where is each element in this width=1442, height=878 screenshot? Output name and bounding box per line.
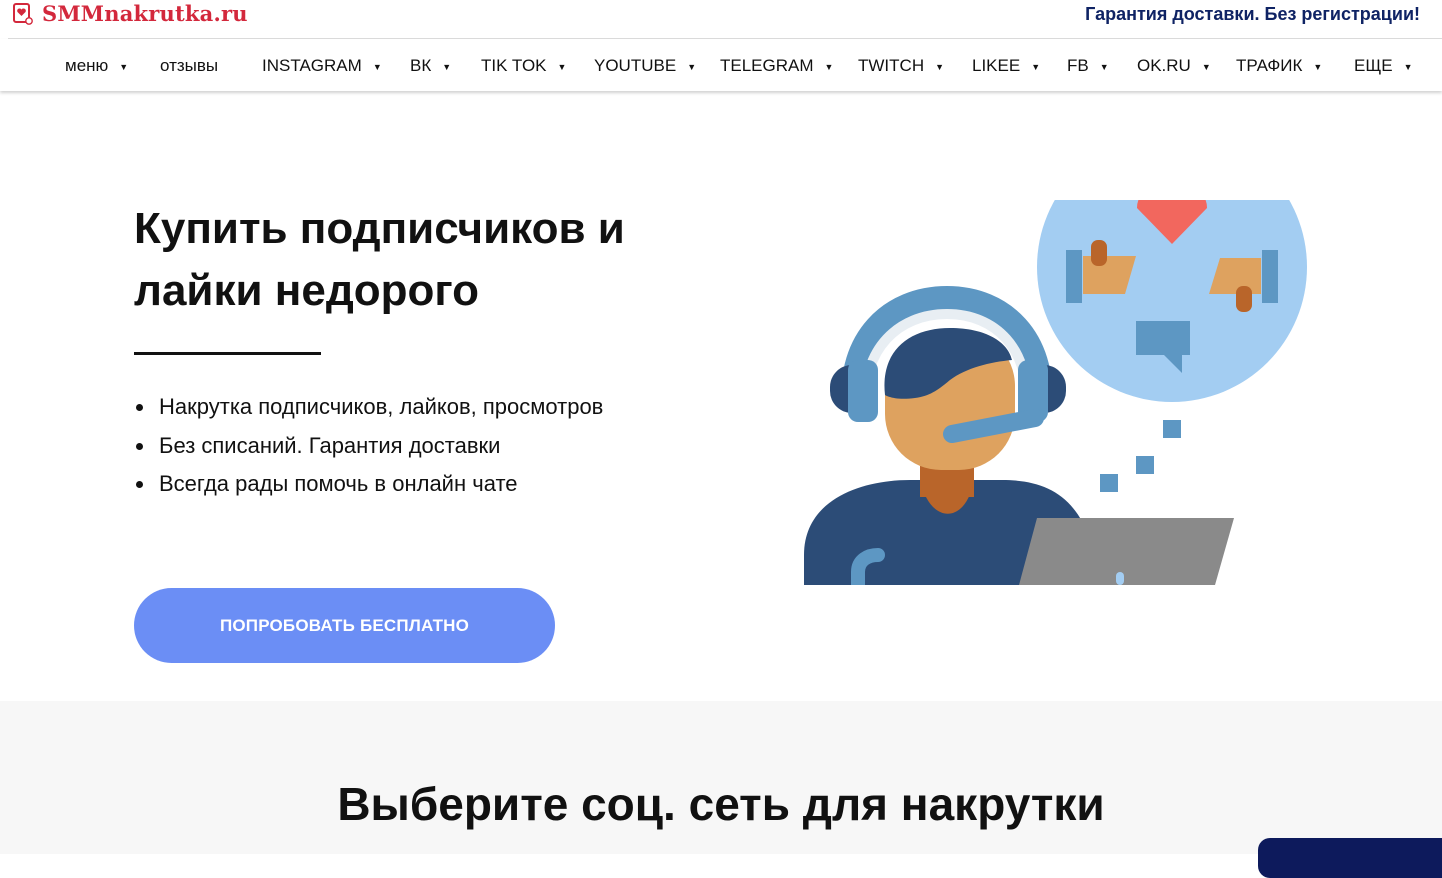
nav-item-instagram[interactable]: INSTAGRAM ▼	[262, 56, 382, 76]
dropdown-caret-icon: ▼	[1403, 62, 1413, 72]
online-chat-widget[interactable]	[1258, 838, 1442, 878]
dropdown-caret-icon: ▼	[1099, 62, 1109, 72]
nav-item-label: ЕЩЕ	[1354, 56, 1393, 75]
nav-item-twitch[interactable]: TWITCH ▼	[858, 56, 944, 76]
trail-dot	[1163, 420, 1181, 438]
hero-feature-list: Накрутка подписчиков, лайков, просмотров…	[134, 388, 603, 504]
nav-item-label: отзывы	[160, 56, 219, 75]
dropdown-caret-icon: ▼	[119, 62, 129, 72]
dropdown-caret-icon: ▼	[824, 62, 834, 72]
nav-item-label: YOUTUBE	[594, 56, 677, 75]
nav-item-label: FB	[1067, 56, 1089, 75]
site-logo[interactable]: SMMnakrutka.ru	[12, 0, 248, 28]
trail-dot	[1100, 474, 1118, 492]
logo-heart-card-icon	[13, 3, 33, 25]
nav-item-label: ВК	[410, 56, 432, 75]
header-tagline: Гарантия доставки. Без регистрации!	[1085, 4, 1420, 24]
nav-item-likee[interactable]: LIKEE ▼	[972, 56, 1040, 76]
logo-text: SMMnakrutka.ru	[42, 0, 248, 26]
try-free-button[interactable]: ПОПРОБОВАТЬ БЕСПЛАТНО	[134, 588, 555, 663]
dropdown-caret-icon: ▼	[687, 62, 697, 72]
hero-title-underline	[134, 352, 321, 355]
nav-item-label: меню	[65, 56, 109, 75]
hero-title-line-2: лайки недорого	[134, 266, 479, 315]
main-nav: меню ▼ отзывы INSTAGRAM ▼ ВК ▼ TIK TOK ▼…	[0, 39, 1442, 91]
nav-item-traffic[interactable]: ТРАФИК ▼	[1236, 56, 1322, 76]
nav-item-label: TIK TOK	[481, 56, 547, 75]
dropdown-caret-icon: ▼	[442, 62, 452, 72]
top-bar: SMMnakrutka.ru Гарантия доставки. Без ре…	[0, 0, 1442, 38]
feature-item: Всегда рады помочь в онлайн чате	[134, 465, 603, 504]
dropdown-caret-icon: ▼	[1201, 62, 1211, 72]
hero-title-line-1: Купить подписчиков и	[134, 204, 625, 253]
nav-item-label: OK.RU	[1137, 56, 1191, 75]
dropdown-caret-icon: ▼	[557, 62, 567, 72]
dropdown-caret-icon: ▼	[1313, 62, 1323, 72]
trail-dot	[1136, 456, 1154, 474]
nav-item-reviews[interactable]: отзывы	[160, 56, 218, 76]
nav-item-tiktok[interactable]: TIK TOK ▼	[481, 56, 566, 76]
dropdown-caret-icon: ▼	[1031, 62, 1041, 72]
support-operator-illustration	[804, 200, 1307, 585]
feature-item: Без списаний. Гарантия доставки	[134, 427, 603, 466]
laptop-icon	[1019, 518, 1234, 585]
nav-item-fb[interactable]: FB ▼	[1067, 56, 1109, 76]
section-title: Выберите соц. сеть для накрутки	[337, 778, 1105, 830]
feature-item: Накрутка подписчиков, лайков, просмотров	[134, 388, 603, 427]
nav-item-okru[interactable]: OK.RU ▼	[1137, 56, 1211, 76]
nav-item-label: LIKEE	[972, 56, 1021, 75]
nav-item-label: ТРАФИК	[1236, 56, 1303, 75]
hero-title: Купить подписчиков и лайки недорого	[134, 198, 734, 322]
nav-item-more[interactable]: ЕЩЕ ▼	[1354, 56, 1413, 76]
dropdown-caret-icon: ▼	[372, 62, 382, 72]
nav-item-label: INSTAGRAM	[262, 56, 362, 75]
nav-item-youtube[interactable]: YOUTUBE ▼	[594, 56, 696, 76]
nav-item-telegram[interactable]: TELEGRAM ▼	[720, 56, 833, 76]
nav-item-label: TELEGRAM	[720, 56, 814, 75]
nav-item-menu[interactable]: меню ▼	[65, 56, 128, 76]
dropdown-caret-icon: ▼	[935, 62, 945, 72]
nav-item-label: TWITCH	[858, 56, 925, 75]
nav-item-vk[interactable]: ВК ▼	[410, 56, 451, 76]
